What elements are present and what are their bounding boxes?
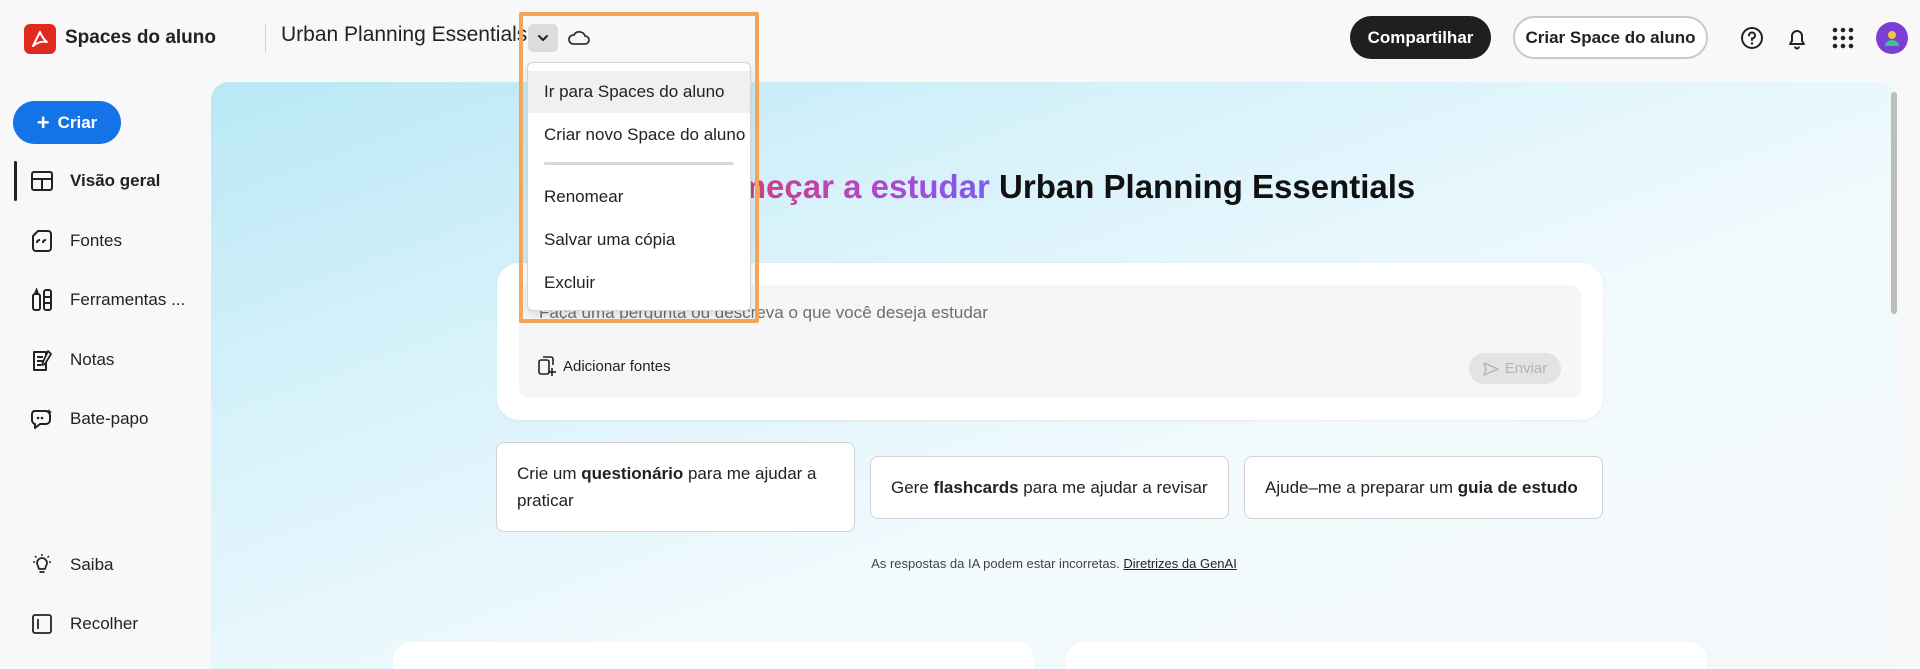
sidebar-item-sources[interactable]: Fontes — [14, 221, 204, 261]
space-title[interactable]: Urban Planning Essentials — [281, 23, 527, 47]
sidebar-item-label: Ferramentas ... — [70, 290, 186, 309]
sidebar-item-overview[interactable]: Visão geral — [14, 161, 204, 201]
send-icon — [1483, 361, 1499, 376]
scrollbar[interactable] — [1891, 92, 1897, 314]
cloud-icon — [566, 25, 592, 51]
menu-item-rename[interactable]: Renomear — [528, 176, 750, 218]
suggestion-study-guide[interactable]: Ajude–me a preparar um guia de estudo — [1244, 456, 1603, 519]
content-card-left — [393, 642, 1034, 669]
menu-item-create-space[interactable]: Criar novo Space do aluno — [528, 114, 750, 156]
page-title: Começar a estudar Urban Planning Essenti… — [211, 168, 1897, 206]
add-file-icon — [538, 356, 556, 376]
sidebar-item-label: Recolher — [70, 614, 139, 633]
sidebar-item-label: Bate-papo — [70, 409, 149, 428]
ai-disclaimer: As respostas da IA podem estar incorreta… — [211, 556, 1897, 571]
sources-icon — [28, 227, 56, 255]
plus-icon: + — [36, 109, 50, 135]
suggestion-text: Crie um questionário para me ajudar a pr… — [517, 464, 817, 510]
help-icon[interactable] — [1738, 24, 1766, 52]
space-menu-toggle[interactable] — [528, 24, 558, 52]
sidebar-item-label: Notas — [70, 350, 115, 369]
apps-grid-icon[interactable] — [1829, 24, 1857, 52]
chat-icon — [28, 405, 56, 433]
send-label: Enviar — [1504, 360, 1548, 377]
tools-icon — [28, 286, 56, 314]
sidebar-item-tools[interactable]: Ferramentas ... — [14, 280, 204, 320]
space-dropdown-menu: Ir para Spaces do aluno Criar novo Space… — [527, 62, 751, 311]
add-sources-button[interactable]: Adicionar fontes — [537, 355, 671, 377]
send-button[interactable]: Enviar — [1469, 353, 1561, 384]
sidebar-item-label: Visão geral — [70, 171, 161, 190]
menu-item-delete[interactable]: Excluir — [528, 262, 750, 304]
sidebar-item-label: Fontes — [70, 231, 122, 250]
sidebar-item-learn[interactable]: Saiba — [14, 545, 204, 585]
menu-item-save-copy[interactable]: Salvar uma cópia — [528, 219, 750, 261]
collapse-icon — [28, 610, 56, 638]
create-label: Criar — [57, 112, 98, 132]
suggestion-quiz[interactable]: Crie um questionário para me ajudar a pr… — [496, 442, 855, 532]
notes-icon — [28, 346, 56, 374]
disclaimer-text: As respostas da IA podem estar incorreta… — [871, 556, 1120, 571]
overview-icon — [28, 167, 56, 195]
suggestion-text: Ajude–me a preparar um guia de estudo — [1265, 478, 1578, 497]
acrobat-logo-icon[interactable] — [24, 24, 56, 54]
add-sources-label: Adicionar fontes — [563, 357, 671, 375]
chevron-down-icon — [538, 35, 548, 41]
sidebar-item-collapse[interactable]: Recolher — [14, 604, 204, 644]
create-button[interactable]: + Criar — [13, 101, 121, 144]
bell-icon[interactable] — [1783, 24, 1811, 52]
header-divider — [265, 24, 266, 52]
avatar[interactable] — [1876, 22, 1908, 54]
create-space-button[interactable]: Criar Space do aluno — [1513, 16, 1708, 59]
suggestion-flashcards[interactable]: Gere flashcards para me ajudar a revisar — [870, 456, 1229, 519]
genai-guidelines-link[interactable]: Diretrizes da GenAI — [1123, 556, 1236, 571]
sidebar-item-notes[interactable]: Notas — [14, 340, 204, 380]
sidebar-item-chat[interactable]: Bate-papo — [14, 399, 204, 439]
lightbulb-icon — [28, 551, 56, 579]
menu-divider — [544, 162, 734, 165]
share-button[interactable]: Compartilhar — [1350, 16, 1491, 59]
top-bar: Spaces do aluno Urban Planning Essential… — [0, 0, 1920, 76]
menu-item-go-to-spaces[interactable]: Ir para Spaces do aluno — [528, 71, 750, 113]
main-panel: Começar a estudar Urban Planning Essenti… — [211, 82, 1897, 669]
app-title[interactable]: Spaces do aluno — [65, 27, 216, 49]
content-card-right — [1066, 642, 1707, 669]
sidebar-item-label: Saiba — [70, 555, 114, 574]
suggestion-text: Gere flashcards para me ajudar a revisar — [891, 478, 1208, 497]
heading-space-name: Urban Planning Essentials — [999, 168, 1416, 205]
